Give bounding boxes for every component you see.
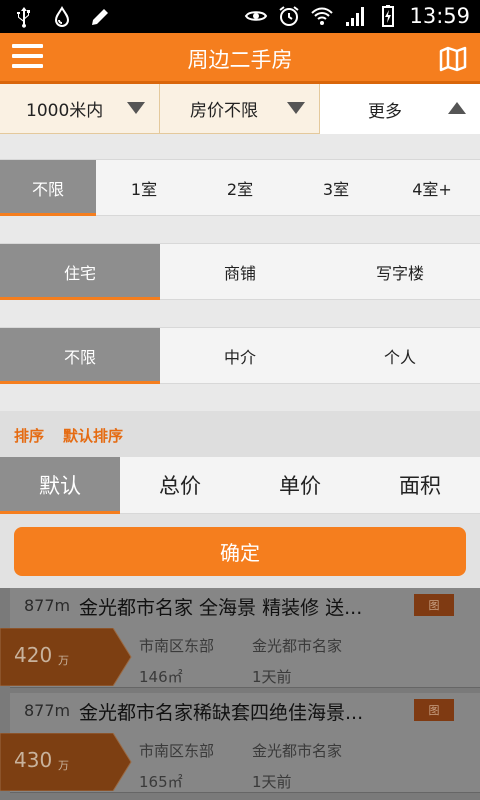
listing-district: 市南区东部 xyxy=(139,742,215,760)
listing-title: 金光都市名家 全海景 精装修 送... xyxy=(79,597,363,619)
listing-district: 市南区东部 xyxy=(139,637,215,655)
map-icon[interactable] xyxy=(438,43,468,73)
filter-bar: 1000米内 房价不限 更多 xyxy=(0,84,480,134)
rooms-selector: 不限 1室 2室 3室 4室+ xyxy=(0,159,480,216)
more-filter[interactable]: 更多 xyxy=(320,84,480,134)
listing-area: 146㎡ xyxy=(139,668,183,686)
sort-option-area[interactable]: 面积 xyxy=(360,457,480,513)
listing-estate: 金光都市名家 xyxy=(252,637,343,655)
triangle-down-icon xyxy=(127,102,145,114)
listing-time: 1天前 xyxy=(252,773,292,791)
listing-price-unit: 万 xyxy=(58,759,69,772)
listing-price: 420 xyxy=(14,643,53,667)
price-tag: 430 万 xyxy=(0,733,133,791)
alarm-icon xyxy=(279,6,300,26)
type-option-residential[interactable]: 住宅 xyxy=(0,244,160,300)
listing-title: 金光都市名家稀缺套四绝佳海景... xyxy=(79,702,364,724)
triangle-down-icon xyxy=(287,102,305,114)
confirm-button[interactable]: 确定 xyxy=(14,527,466,576)
price-tag: 420 万 xyxy=(0,628,133,686)
battery-icon xyxy=(382,5,395,27)
sort-option-default[interactable]: 默认 xyxy=(0,457,120,514)
source-option-personal[interactable]: 个人 xyxy=(320,328,480,383)
rooms-option-2[interactable]: 2室 xyxy=(192,160,288,215)
listing-time: 1天前 xyxy=(252,668,292,686)
price-filter-label: 房价不限 xyxy=(190,101,258,121)
title-bar: 周边二手房 xyxy=(0,33,480,84)
sort-option-total-price[interactable]: 总价 xyxy=(120,457,240,513)
listing-estate: 金光都市名家 xyxy=(252,742,343,760)
listing-area: 165㎡ xyxy=(139,773,183,791)
rooms-option-4plus[interactable]: 4室+ xyxy=(384,160,480,215)
sort-option-unit-price[interactable]: 单价 xyxy=(240,457,360,513)
page-title: 周边二手房 xyxy=(187,48,293,72)
sort-label: 排序 xyxy=(14,427,45,445)
type-option-shop[interactable]: 商铺 xyxy=(160,244,320,299)
triangle-up-icon xyxy=(448,102,466,114)
pencil-icon xyxy=(92,9,108,25)
source-selector: 不限 中介 个人 xyxy=(0,327,480,384)
rooms-option-3[interactable]: 3室 xyxy=(288,160,384,215)
sort-selector: 默认 总价 单价 面积 xyxy=(0,457,480,514)
listing-list: 877m 金光都市名家 全海景 精装修 送... 图 420 万 市南区东部 金… xyxy=(0,588,480,800)
listing-price: 430 xyxy=(14,748,53,772)
image-badge: 图 xyxy=(414,594,454,616)
confirm-area: 确定 xyxy=(0,514,480,588)
eye-icon xyxy=(245,11,268,21)
source-option-agent[interactable]: 中介 xyxy=(160,328,320,383)
wifi-icon xyxy=(311,7,334,25)
signal-icon xyxy=(346,7,365,26)
status-time: 13:59 xyxy=(409,4,470,28)
source-option-any[interactable]: 不限 xyxy=(0,328,160,384)
type-option-office[interactable]: 写字楼 xyxy=(320,244,480,299)
distance-filter-label: 1000米内 xyxy=(26,101,104,121)
status-bar: 13:59 xyxy=(0,0,480,33)
listing-distance: 877m xyxy=(24,701,71,720)
sort-header: 排序 默认排序 xyxy=(0,411,480,457)
list-item[interactable]: 877m 金光都市名家 全海景 精装修 送... 图 420 万 市南区东部 金… xyxy=(0,588,480,693)
more-filter-label: 更多 xyxy=(368,101,402,122)
listing-price-unit: 万 xyxy=(58,654,69,667)
sort-current: 默认排序 xyxy=(63,427,124,445)
rooms-option-1[interactable]: 1室 xyxy=(96,160,192,215)
listing-distance: 877m xyxy=(24,596,71,615)
image-badge: 图 xyxy=(414,699,454,721)
property-type-selector: 住宅 商铺 写字楼 xyxy=(0,243,480,300)
price-filter[interactable]: 房价不限 xyxy=(160,84,320,134)
water-drop-icon xyxy=(54,6,70,27)
list-item[interactable]: 877m 金光都市名家稀缺套四绝佳海景... 图 430 万 市南区东部 金光都… xyxy=(0,693,480,798)
usb-icon xyxy=(17,7,30,28)
rooms-option-any[interactable]: 不限 xyxy=(0,160,96,216)
distance-filter[interactable]: 1000米内 xyxy=(0,84,160,134)
